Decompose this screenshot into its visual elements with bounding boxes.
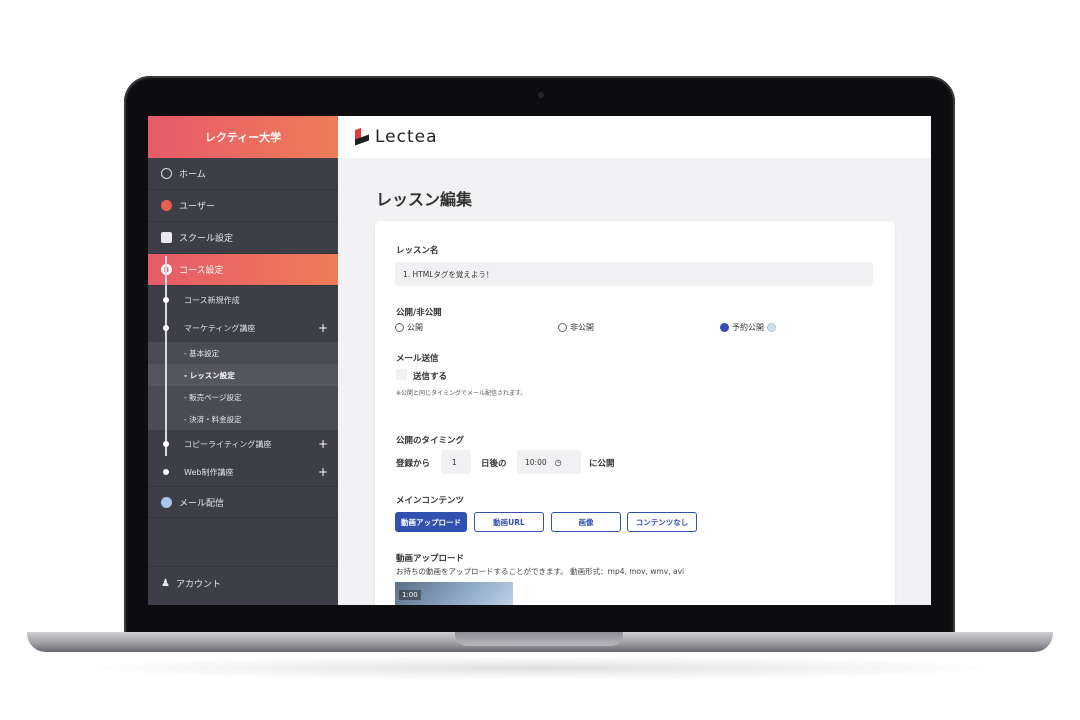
radio-label: 公開 [407,323,423,332]
school-brand[interactable]: レクティー大学 [148,116,338,158]
visibility-label: 公開/非公開 [396,308,442,318]
lesson-name-label: レッスン名 [396,246,439,256]
sidebar-item-users[interactable]: ユーザー [148,190,338,222]
screen-bezel-bottom [148,605,931,631]
sidebar-item-course-settings[interactable]: B コース設定 [148,254,338,286]
video-thumbnail[interactable]: 1:00 [395,582,513,605]
expand-icon[interactable]: + [318,321,328,335]
days-input[interactable]: 1 [441,450,471,474]
top-bar: Lectea [338,116,931,158]
tab-video-upload[interactable]: 動画アップロード [395,512,467,532]
subitem-label: Web制作講座 [184,467,234,477]
gauge-icon [161,168,172,179]
sidebar-leaf-lesson[interactable]: - レッスン設定 [148,364,338,386]
mail-icon [161,496,172,508]
page-title: レッスン編集 [376,190,473,209]
radio-private[interactable]: 非公開 [558,322,594,333]
user-icon [161,200,172,211]
sidebar-subitem-new-course[interactable]: コース新規作成 [148,286,338,314]
app-screen: レクティー大学 ホーム ユーザー スクール設定 B コース設定 コース新規作成 [148,116,931,605]
school-icon [161,232,172,243]
timing-suffix: に公開 [589,459,615,469]
radio-circle [395,323,404,332]
sidebar-leaf-basic[interactable]: - 基本設定 [148,342,338,364]
sidebar-item-label: アカウント [175,580,221,590]
mail-label: メール送信 [396,354,439,364]
send-mail-checkbox[interactable] [396,369,407,380]
lectea-logo-icon [355,127,369,146]
sidebar-item-school-settings[interactable]: スクール設定 [148,222,338,254]
tree-node-dot [163,325,169,331]
sidebar-item-label: スクール設定 [179,234,234,244]
radio-label: 予約公開 [732,323,764,332]
time-input[interactable]: 10:00 ◷ [517,450,581,474]
timing-prefix: 登録から [396,459,431,469]
tree-node-dot [163,441,169,447]
help-icon[interactable] [767,323,776,332]
sidebar-item-home[interactable]: ホーム [148,158,338,190]
lesson-name-input[interactable]: 1. HTMLタグを覚えよう！ [395,262,873,286]
tree-node-dot [163,297,169,303]
send-mail-label: 送信する [413,372,448,382]
tab-video-url[interactable]: 動画URL [474,512,544,532]
time-value: 10:00 [525,457,547,467]
mail-note: ※公開と同じタイミングでメール配信されます。 [396,390,527,397]
subitem-label: コース新規作成 [184,295,240,305]
sidebar-leaf-payment[interactable]: - 決済・料金設定 [148,408,338,430]
upload-note: お持ちの動画をアップロードすることができます。 動画形式：mp4, mov, w… [396,567,685,576]
upload-label: 動画アップロード [396,554,465,564]
content-label: メインコンテンツ [396,496,465,506]
expand-icon[interactable]: + [318,437,328,451]
tree-node-dot [163,469,169,475]
camera-icon [538,92,544,98]
logo-text[interactable]: Lectea [375,127,438,147]
tab-no-content[interactable]: コンテンツなし [627,512,697,532]
sidebar-subitem-marketing[interactable]: マーケティング講座 + [148,314,338,342]
laptop-notch [455,632,623,646]
radio-circle [558,323,567,332]
laptop-mockup: レクティー大学 ホーム ユーザー スクール設定 B コース設定 コース新規作成 [0,0,1080,720]
radio-circle-selected [720,323,729,332]
sidebar-subitem-copywriting[interactable]: コピーライティング講座 + [148,430,338,458]
radio-public[interactable]: 公開 [395,322,423,333]
timing-middle: 日後の [481,459,507,469]
sidebar-item-label: ユーザー [179,202,215,212]
subitem-label: マーケティング講座 [184,323,256,333]
subitem-label: コピーライティング講座 [184,439,272,449]
sidebar-item-mail[interactable]: メール配信 [148,486,338,518]
expand-icon[interactable]: + [318,465,328,479]
sidebar-item-account[interactable]: ♟ アカウント [148,566,338,600]
sidebar-item-label: メール配信 [179,498,225,509]
sidebar: レクティー大学 ホーム ユーザー スクール設定 B コース設定 コース新規作成 [148,116,338,605]
sidebar-item-label: コース設定 [179,266,224,276]
radio-scheduled[interactable]: 予約公開 [720,322,776,333]
video-duration: 1:00 [399,590,421,600]
sidebar-leaf-sales-page[interactable]: - 販売ページ設定 [148,386,338,408]
person-icon: ♟ [161,578,170,589]
timing-label: 公開のタイミング [396,436,465,446]
sidebar-item-label: ホーム [179,170,206,180]
radio-label: 非公開 [570,323,594,332]
sidebar-subitem-web[interactable]: Web制作講座 + [148,458,338,486]
laptop-shadow [60,656,1020,680]
clock-icon: ◷ [554,457,562,467]
tab-image[interactable]: 画像 [551,512,621,532]
